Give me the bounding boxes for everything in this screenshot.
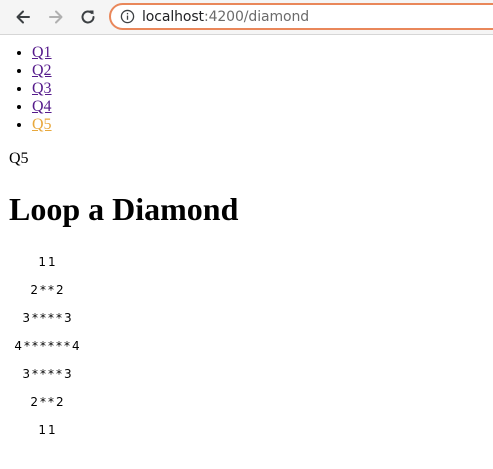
diamond-row: 4******4 (14, 339, 82, 353)
diamond-row: 2**2 (30, 395, 66, 409)
nav-item-q3: Q3 (32, 80, 493, 98)
nav-item-q5: Q5 (32, 116, 493, 134)
diamond-output: 11 2**2 3****3 4******4 3****3 2**2 11 (0, 248, 140, 444)
diamond-row: 11 (38, 423, 58, 437)
url-text: localhost:4200/diamond (142, 9, 309, 25)
diamond-row: 11 (38, 255, 58, 269)
current-question-label: Q5 (9, 150, 29, 167)
forward-button[interactable] (43, 4, 69, 30)
address-bar[interactable]: localhost:4200/diamond (109, 3, 493, 30)
url-host: localhost (142, 8, 204, 25)
nav-item-q2: Q2 (32, 62, 493, 80)
reload-icon (81, 10, 95, 24)
nav-link-q2[interactable]: Q2 (32, 62, 52, 79)
browser-toolbar: localhost:4200/diamond (0, 0, 493, 35)
arrow-right-icon (49, 10, 63, 24)
url-path: :4200/diamond (203, 8, 310, 25)
nav-item-q4: Q4 (32, 98, 493, 116)
nav-link-q3[interactable]: Q3 (32, 80, 52, 97)
page-title: Loop a Diamond (9, 191, 239, 227)
reload-button[interactable] (75, 4, 101, 30)
nav-link-q1[interactable]: Q1 (32, 44, 52, 61)
diamond-row: 2**2 (30, 283, 66, 297)
diamond-row: 3****3 (22, 367, 74, 381)
diamond-row: 3****3 (22, 311, 74, 325)
info-icon[interactable] (119, 9, 135, 25)
back-button[interactable] (10, 4, 36, 30)
nav-link-q4[interactable]: Q4 (32, 98, 52, 115)
nav-item-q1: Q1 (32, 44, 493, 62)
page-content: Q1 Q2 Q3 Q4 Q5 Q5 Loop a Diamond 11 2**2… (0, 36, 493, 437)
question-nav: Q1 Q2 Q3 Q4 Q5 (0, 44, 493, 134)
nav-link-q5[interactable]: Q5 (32, 116, 52, 133)
arrow-left-icon (16, 10, 30, 24)
